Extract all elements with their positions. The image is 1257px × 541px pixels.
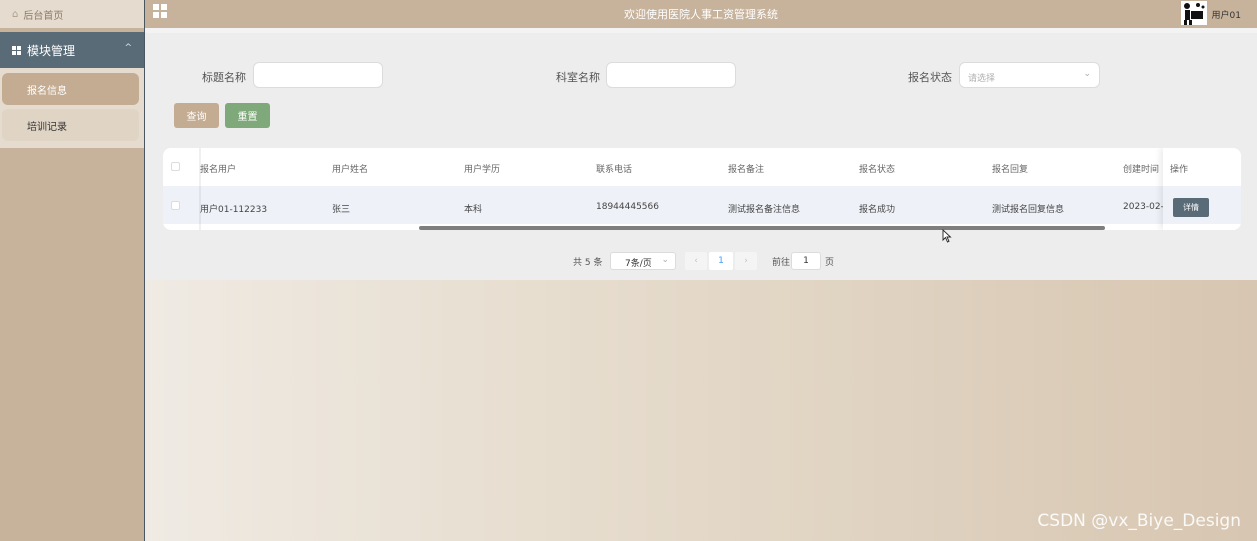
column-header[interactable]: 用户姓名 [332, 162, 368, 175]
detail-button[interactable]: 详情 [1173, 198, 1209, 217]
column-header[interactable]: 报名用户 [200, 162, 236, 175]
home-icon: ⌂ [12, 8, 19, 20]
page-title: 欢迎使用医院人事工资管理系统 [624, 8, 778, 21]
table-row[interactable]: 用户01-112233 张三 本科 18944445566 测试报名备注信息 报… [163, 186, 1241, 224]
sidebar-submenu: 报名信息 培训记录 [0, 68, 144, 148]
content-panel: 标题名称 科室名称 报名状态 请选择 ⌄ 查询 重置 报名用户 用户姓名 用户学… [145, 28, 1257, 280]
status-filter-select[interactable]: 请选择 ⌄ [959, 62, 1100, 88]
chevron-up-icon: ^ [124, 43, 132, 53]
grid-icon [12, 45, 21, 55]
table-cell: 2023-02-2 [1123, 202, 1163, 212]
query-button[interactable]: 查询 [174, 103, 219, 128]
column-header[interactable]: 创建时间 [1123, 162, 1163, 175]
user-name[interactable]: 用户01 [1212, 8, 1241, 21]
reset-button[interactable]: 重置 [225, 103, 270, 128]
column-header[interactable]: 用户学历 [464, 162, 500, 175]
mouse-cursor-icon [942, 229, 952, 243]
dept-filter-input[interactable] [606, 62, 736, 88]
action-column: 操作 详情 [1163, 148, 1241, 230]
page-size-value: 7条/页 [625, 259, 652, 269]
prev-page-button[interactable]: ‹ [685, 252, 707, 270]
table-cell: 报名成功 [859, 205, 896, 215]
table-cell: 本科 [464, 205, 483, 215]
sidebar-group-modules[interactable]: 模块管理 ^ [0, 32, 144, 68]
sidebar-item-label: 报名信息 [27, 85, 67, 97]
title-filter-input[interactable] [253, 62, 383, 88]
title-filter-label: 标题名称 [202, 71, 246, 84]
next-page-button[interactable]: › [735, 252, 757, 270]
sidebar-item-training[interactable]: 培训记录 [2, 109, 139, 141]
status-select-placeholder: 请选择 [968, 74, 996, 84]
table-cell: 张三 [332, 205, 351, 215]
column-header[interactable]: 报名状态 [859, 162, 895, 175]
sidebar-item-registration[interactable]: 报名信息 [2, 73, 139, 105]
top-header: 欢迎使用医院人事工资管理系统 用户01 [145, 0, 1257, 28]
sidebar-item-label: 培训记录 [27, 121, 67, 133]
chevron-down-icon: ⌄ [1083, 69, 1091, 79]
row-checkbox[interactable] [171, 201, 180, 210]
sidebar: ⌂ 后台首页 模块管理 ^ 报名信息 培训记录 [0, 0, 145, 541]
table-cell: 18944445566 [596, 202, 659, 212]
avatar[interactable] [1181, 1, 1207, 25]
column-header[interactable]: 报名回复 [992, 162, 1028, 175]
sidebar-item-home[interactable]: ⌂ 后台首页 [0, 0, 144, 28]
pagination-total: 共 5 条 [573, 258, 603, 268]
chevron-down-icon: ⌄ [661, 255, 669, 265]
table-cell: 用户01-112233 [200, 205, 268, 215]
column-header[interactable]: 联系电话 [596, 162, 632, 175]
sidebar-home-label: 后台首页 [23, 10, 64, 22]
page-suffix: 页 [825, 258, 835, 268]
table-cell: 测试报名回复信息 [992, 205, 1065, 215]
watermark: CSDN @vx_Biye_Design [1037, 511, 1241, 531]
main-content: 标题名称 科室名称 报名状态 请选择 ⌄ 查询 重置 报名用户 用户姓名 用户学… [145, 28, 1257, 541]
sidebar-group-label: 模块管理 [27, 43, 76, 58]
goto-page-input[interactable]: 1 [791, 252, 821, 270]
page-size-select[interactable]: 7条/页 ⌄ [610, 252, 676, 270]
select-all-checkbox[interactable] [171, 162, 180, 171]
column-header[interactable]: 报名备注 [728, 162, 764, 175]
fixed-column-shadow [199, 148, 201, 230]
page-number-current[interactable]: 1 [709, 252, 733, 270]
horizontal-scrollbar[interactable] [419, 226, 1105, 230]
data-table: 报名用户 用户姓名 用户学历 联系电话 报名备注 报名状态 报名回复 创建时间 … [163, 148, 1241, 230]
action-cell: 详情 [1163, 186, 1241, 224]
table-header: 报名用户 用户姓名 用户学历 联系电话 报名备注 报名状态 报名回复 创建时间 [163, 148, 1241, 186]
goto-label: 前往 [772, 258, 791, 268]
table-cell: 测试报名备注信息 [728, 205, 801, 215]
dept-filter-label: 科室名称 [556, 71, 600, 84]
action-column-header: 操作 [1170, 165, 1189, 175]
status-filter-label: 报名状态 [908, 71, 952, 84]
